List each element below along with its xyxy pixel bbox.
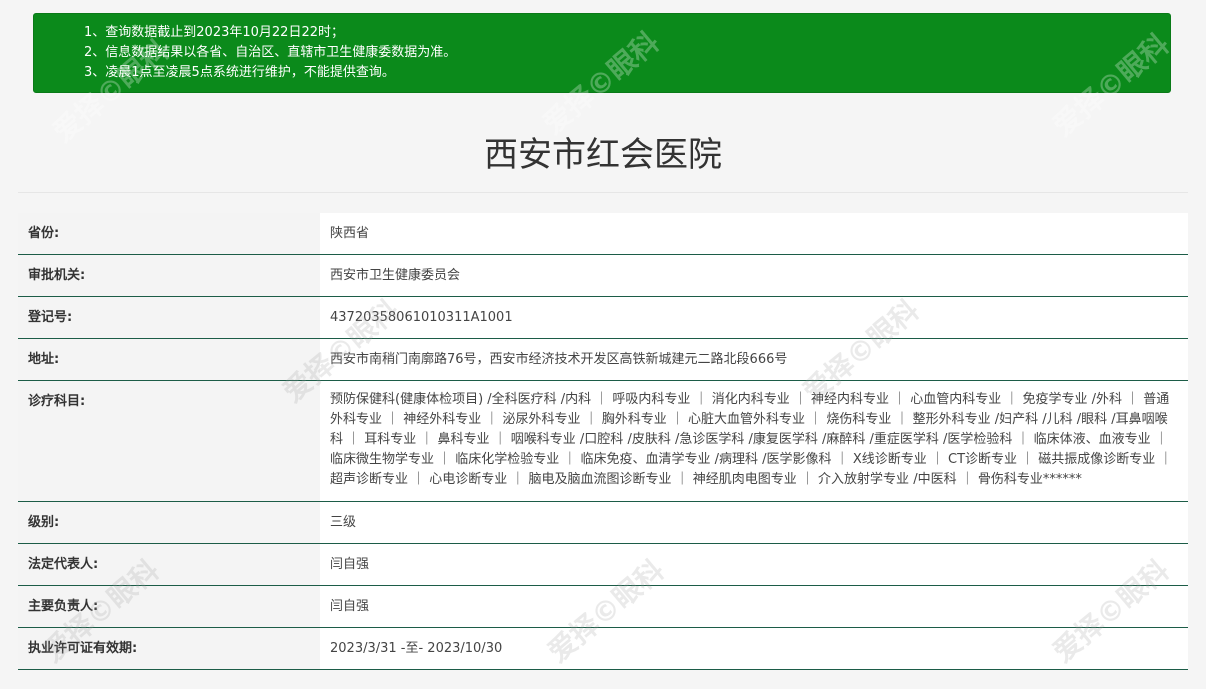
info-row-registration-number: 登记号: 43720358061010311A1001 — [18, 296, 1188, 339]
info-value: 2023/3/31 -至- 2023/10/30 — [320, 627, 1188, 670]
page: 1、查询数据截止到2023年10月22日22时； 2、信息数据结果以各省、自治区… — [0, 0, 1206, 689]
info-value: 43720358061010311A1001 — [320, 296, 1188, 339]
notice-line: 3、凌晨1点至凌晨5点系统进行维护，不能提供查询。 — [84, 65, 395, 80]
info-label: 审批机关: — [18, 254, 320, 297]
notice-line: 2、信息数据结果以各省、自治区、直辖市卫生健康委数据为准。 — [84, 45, 457, 60]
info-value: 西安市南稍门南廓路76号，西安市经济技术开发区高铁新城建元二路北段666号 — [320, 338, 1188, 381]
info-row-level: 级别: 三级 — [18, 501, 1188, 544]
hospital-info-table: 省份: 陕西省 审批机关: 西安市卫生健康委员会 登记号: 4372035806… — [18, 213, 1188, 670]
info-label: 主要负责人: — [18, 585, 320, 628]
info-label: 诊疗科目: — [18, 380, 320, 502]
hospital-name-title: 西安市红会医院 — [484, 135, 722, 175]
info-value: 西安市卫生健康委员会 — [320, 254, 1188, 297]
info-label: 省份: — [18, 213, 320, 255]
info-row-approval-authority: 审批机关: 西安市卫生健康委员会 — [18, 254, 1188, 297]
info-row-license-validity: 执业许可证有效期: 2023/3/31 -至- 2023/10/30 — [18, 627, 1188, 670]
info-row-principal: 主要负责人: 闫自强 — [18, 585, 1188, 628]
info-label: 执业许可证有效期: — [18, 627, 320, 670]
info-value: 预防保健科(健康体检项目) /全科医疗科 /内科 ｜ 呼吸内科专业 ｜ 消化内科… — [320, 380, 1188, 502]
info-value: 三级 — [320, 501, 1188, 544]
info-row-legal-representative: 法定代表人: 闫自强 — [18, 543, 1188, 586]
title-divider — [18, 192, 1188, 193]
info-row-departments: 诊疗科目: 预防保健科(健康体检项目) /全科医疗科 /内科 ｜ 呼吸内科专业 … — [18, 380, 1188, 502]
notice-banner: 1、查询数据截止到2023年10月22日22时； 2、信息数据结果以各省、自治区… — [33, 13, 1171, 93]
info-value: 闫自强 — [320, 543, 1188, 586]
info-row-address: 地址: 西安市南稍门南廓路76号，西安市经济技术开发区高铁新城建元二路北段666… — [18, 338, 1188, 381]
info-label: 级别: — [18, 501, 320, 544]
info-label: 法定代表人: — [18, 543, 320, 586]
info-value: 闫自强 — [320, 585, 1188, 628]
info-label: 地址: — [18, 338, 320, 381]
info-value: 陕西省 — [320, 213, 1188, 255]
info-label: 登记号: — [18, 296, 320, 339]
info-row-province: 省份: 陕西省 — [18, 213, 1188, 255]
notice-line: 1、查询数据截止到2023年10月22日22时； — [84, 25, 344, 40]
